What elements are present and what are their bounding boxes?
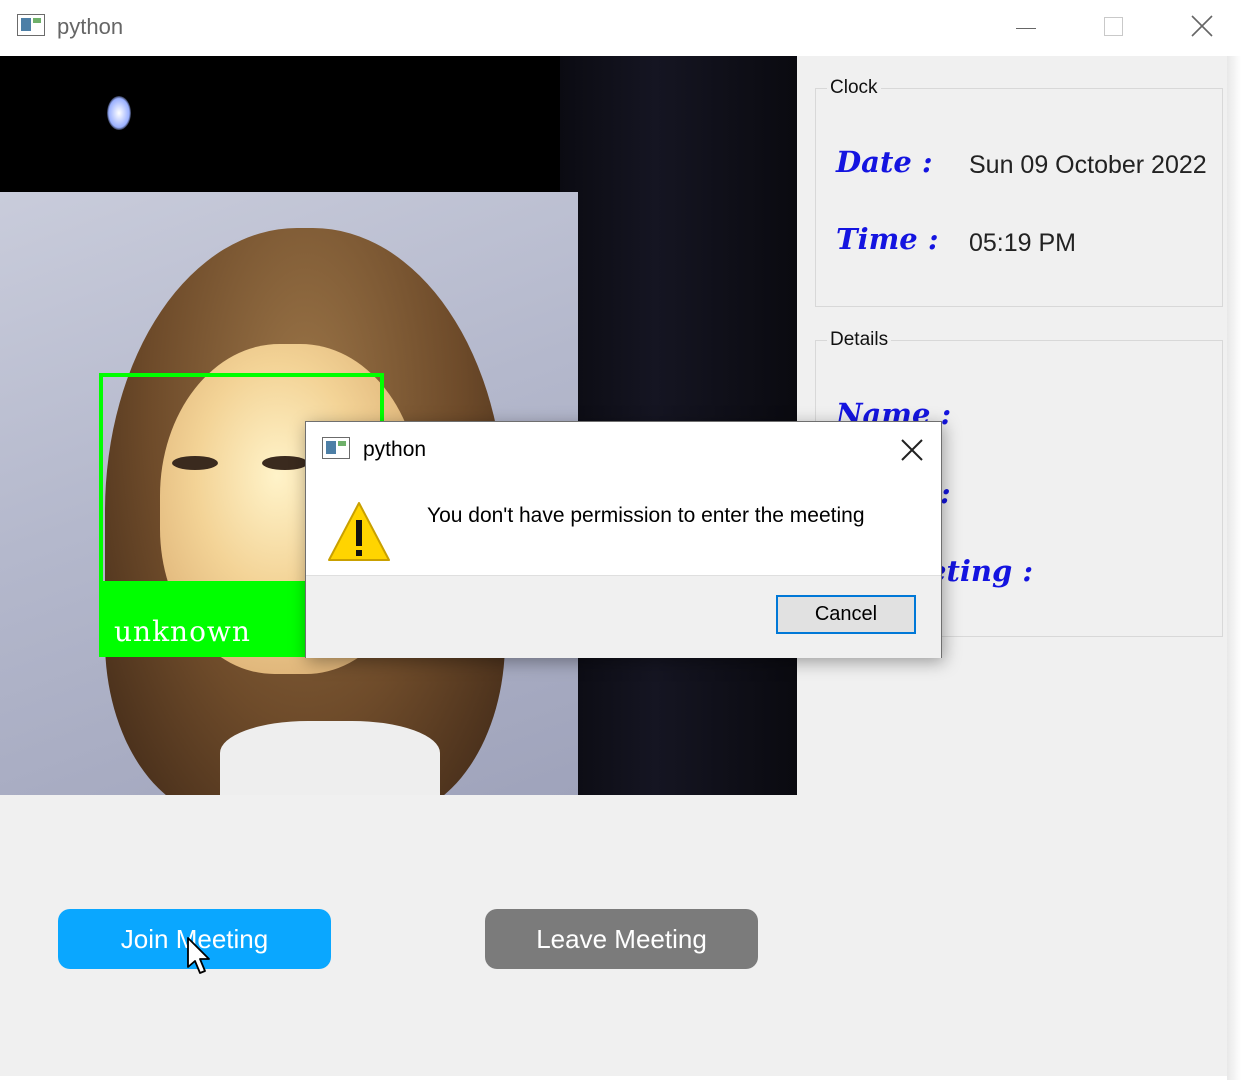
detail-row3-label: eting : <box>928 554 1034 588</box>
dialog-title: python <box>363 438 427 461</box>
mouse-cursor-icon <box>187 937 210 974</box>
person-shirt <box>220 721 440 795</box>
app-icon <box>17 14 45 36</box>
window-title: python <box>57 14 124 39</box>
minimize-icon <box>1016 28 1036 29</box>
dialog-button-bar: Cancel <box>306 575 941 658</box>
maximize-button[interactable] <box>1089 10 1137 44</box>
date-value: Sun 09 October 2022 <box>969 151 1207 179</box>
light-glare <box>107 96 131 130</box>
dialog-message: You don't have permission to enter the m… <box>427 504 865 527</box>
details-group-title: Details <box>827 329 892 351</box>
clock-group-title: Clock <box>827 77 881 99</box>
dialog-app-icon <box>322 437 350 459</box>
face-label-text: unknown <box>114 615 251 648</box>
time-label: Time : <box>836 222 939 256</box>
window-edge <box>1227 56 1241 1080</box>
cancel-button[interactable]: Cancel <box>776 595 916 634</box>
dialog-close-button[interactable] <box>894 434 930 466</box>
maximize-icon <box>1104 17 1123 36</box>
close-button[interactable] <box>1178 10 1226 44</box>
permission-dialog: python You don't have permission to ente… <box>305 421 942 658</box>
time-value: 05:19 PM <box>969 229 1077 257</box>
date-label: Date : <box>836 145 933 179</box>
leave-meeting-button[interactable]: Leave Meeting <box>485 909 758 969</box>
title-bar: python <box>0 0 1241 56</box>
clock-group <box>815 88 1223 307</box>
minimize-button[interactable] <box>1002 10 1050 44</box>
close-icon <box>1191 15 1213 37</box>
warning-icon <box>328 502 390 561</box>
close-icon <box>901 439 923 461</box>
